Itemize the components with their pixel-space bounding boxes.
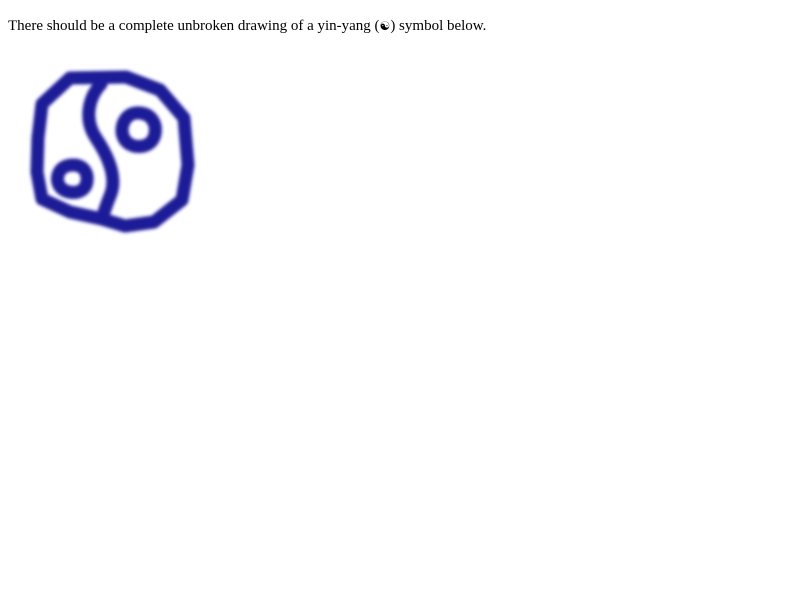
yin-yang-icon xyxy=(30,70,195,233)
instruction-text-after: ) symbol below. xyxy=(390,18,487,34)
instruction-text-before: There should be a complete unbroken draw… xyxy=(8,18,380,34)
instruction-text: There should be a complete unbroken draw… xyxy=(8,16,486,36)
yin-yang-upper-dot xyxy=(115,106,162,153)
yin-yang-lower-dot xyxy=(51,158,94,199)
yin-yang-s-curve xyxy=(82,77,120,226)
yin-yang-glyph: ☯ xyxy=(379,19,391,33)
